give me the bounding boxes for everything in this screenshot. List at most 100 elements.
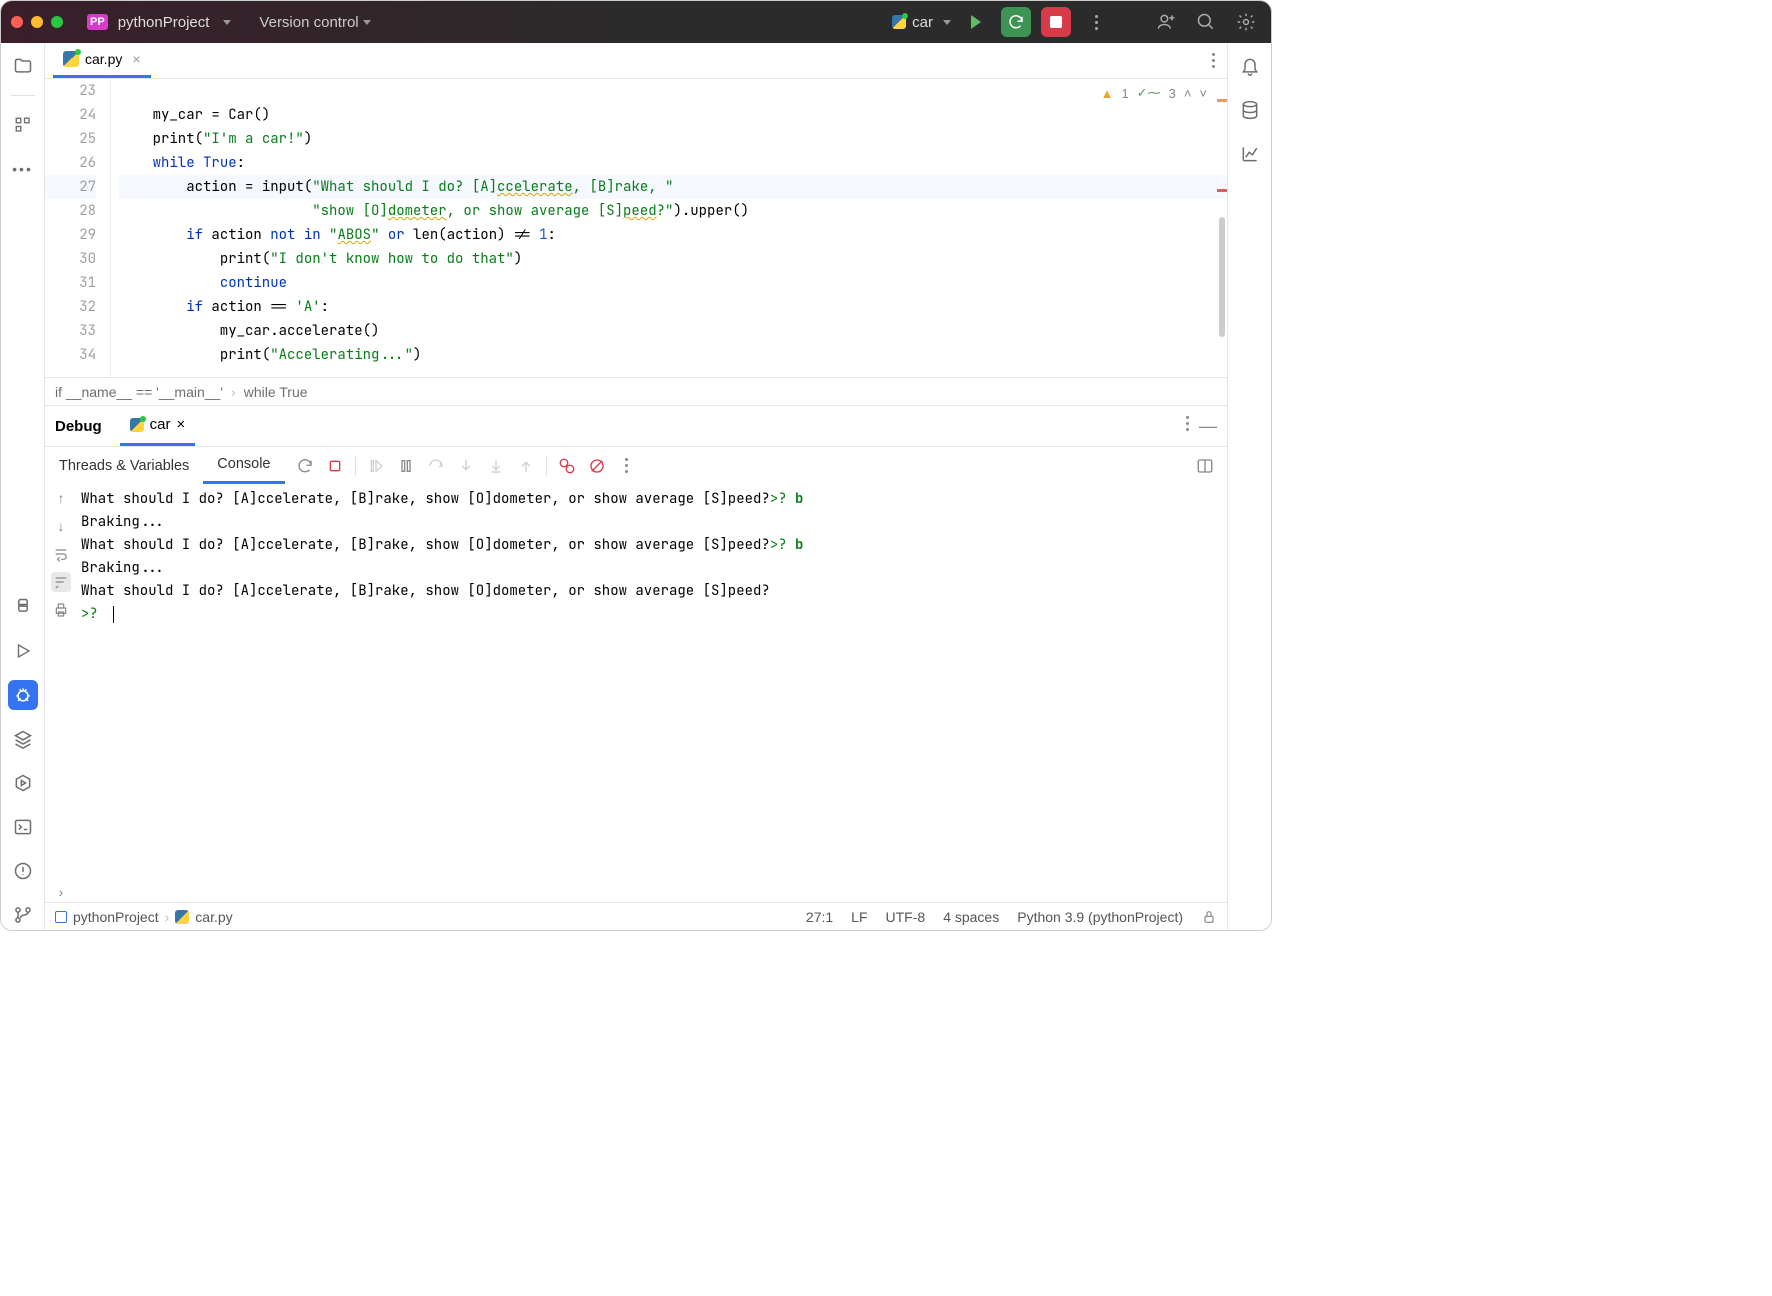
step-into-my-icon [487,457,505,475]
scroll-up[interactable]: ↑ [51,488,71,508]
step-into-button[interactable] [456,456,476,476]
line-separator[interactable]: LF [851,909,867,925]
view-breakpoints-button[interactable] [557,456,577,476]
hide-panel[interactable]: — [1199,416,1217,437]
python-icon [130,418,144,432]
chevron-down-icon[interactable] [223,20,231,25]
python-packages-tool[interactable] [8,592,38,622]
debug-button[interactable] [1001,7,1031,37]
scroll-to-end[interactable] [51,572,71,592]
play-icon [971,15,981,29]
pause-icon [398,458,414,474]
step-out-button[interactable] [516,456,536,476]
editor[interactable]: 232425262728293031323334 my_car = Car() … [45,79,1227,377]
status-bar: pythonProject › car.py 27:1 LF UTF-8 4 s… [45,902,1227,930]
search-everywhere[interactable] [1191,7,1221,37]
database-tool[interactable] [1235,95,1265,125]
tab-filename: car.py [85,51,122,67]
run-tool[interactable] [8,636,38,666]
sciview-tool[interactable] [1235,139,1265,169]
code-with-me[interactable] [1151,7,1181,37]
next-highlight[interactable]: ˅ [1199,86,1207,101]
file-encoding[interactable]: UTF-8 [886,909,926,925]
structure-icon [14,116,32,134]
run-config-selector[interactable]: car [892,14,951,31]
window-minimize[interactable] [31,16,43,28]
step-into-my-button[interactable] [486,456,506,476]
database-icon [1240,100,1260,120]
mute-breakpoints-button[interactable] [587,456,607,476]
layers-icon [13,729,33,749]
status-project[interactable]: pythonProject [73,909,159,925]
structure-tool[interactable] [8,110,38,140]
run-button[interactable] [961,7,991,37]
soft-wrap[interactable] [51,544,71,564]
crumb-scope[interactable]: if __name__ == '__main__' [55,384,223,400]
gear-icon [1236,12,1256,32]
lock-icon[interactable] [1201,909,1217,925]
breadcrumbs[interactable]: if __name__ == '__main__' › while True [45,377,1227,405]
weak-warning-count: 3 [1169,86,1176,101]
step-out-icon [517,457,535,475]
project-tool[interactable] [8,51,38,81]
warning-count: 1 [1121,86,1128,101]
crumb-scope[interactable]: while True [244,384,308,400]
mute-breakpoints-icon [588,457,606,475]
scroll-down[interactable]: ↓ [51,516,71,536]
layout-settings[interactable] [1195,456,1215,476]
error-stripe[interactable] [1217,79,1227,377]
python-interpreter[interactable]: Python 3.9 (pythonProject) [1017,909,1183,925]
debugger-more[interactable] [617,456,637,476]
status-file[interactable]: car.py [195,909,232,925]
console-output[interactable]: What should I do? [A]ccelerate, [B]rake,… [77,484,1227,902]
left-tool-rail: ••• [1,43,45,930]
chart-icon [1240,144,1260,164]
dots-vertical-icon [625,458,628,473]
python-console-tool[interactable] [8,724,38,754]
run-config-name: car [912,14,933,31]
rerun-button[interactable] [295,456,315,476]
project-selector[interactable]: pythonProject [118,14,210,31]
close-tab-icon[interactable]: × [132,51,140,67]
dots-vertical-icon [1095,15,1098,30]
debug-title: Debug [55,418,102,435]
notifications-tool[interactable] [1235,51,1265,81]
chevron-down-icon [363,20,371,25]
version-control-menu[interactable]: Version control [259,14,370,31]
stop-button[interactable] [325,456,345,476]
services-tool[interactable] [8,768,38,798]
code-content[interactable]: my_car = Car() print("I'm a car!") while… [111,79,1227,377]
prev-highlight[interactable]: ˄ [1184,86,1192,101]
vcs-tool[interactable] [8,900,38,930]
terminal-tool[interactable] [8,812,38,842]
editor-tab-car[interactable]: car.py × [53,43,151,78]
inspections-widget[interactable]: ▲ 1 ✓⁓ 3 ˄ ˅ [1101,85,1207,101]
pause-button[interactable] [396,456,416,476]
debug-session-tab[interactable]: car × [120,406,196,446]
person-add-icon [1156,12,1176,32]
close-session-icon[interactable]: × [177,416,186,433]
more-tools[interactable]: ••• [8,154,38,184]
more-actions[interactable] [1081,7,1111,37]
indent-settings[interactable]: 4 spaces [943,909,999,925]
warning-icon: ▲ [1101,86,1114,101]
debug-tool[interactable] [8,680,38,710]
print[interactable] [51,600,71,620]
threads-variables-tab[interactable]: Threads & Variables [45,447,203,484]
cursor-position[interactable]: 27:1 [806,909,833,925]
bug-icon [13,685,33,705]
window-maximize[interactable] [51,16,63,28]
stop-button[interactable] [1041,7,1071,37]
breakpoints-icon [558,457,576,475]
console-expand[interactable]: › [51,882,71,902]
problems-tool[interactable] [8,856,38,886]
resume-button[interactable] [366,456,386,476]
window-close[interactable] [11,16,23,28]
settings[interactable] [1231,7,1261,37]
step-over-button[interactable] [426,456,446,476]
tab-options[interactable] [1212,53,1215,68]
folder-icon [13,56,33,76]
console-tab[interactable]: Console [203,447,284,484]
debug-options[interactable] [1186,416,1189,437]
bell-icon [1240,56,1260,76]
